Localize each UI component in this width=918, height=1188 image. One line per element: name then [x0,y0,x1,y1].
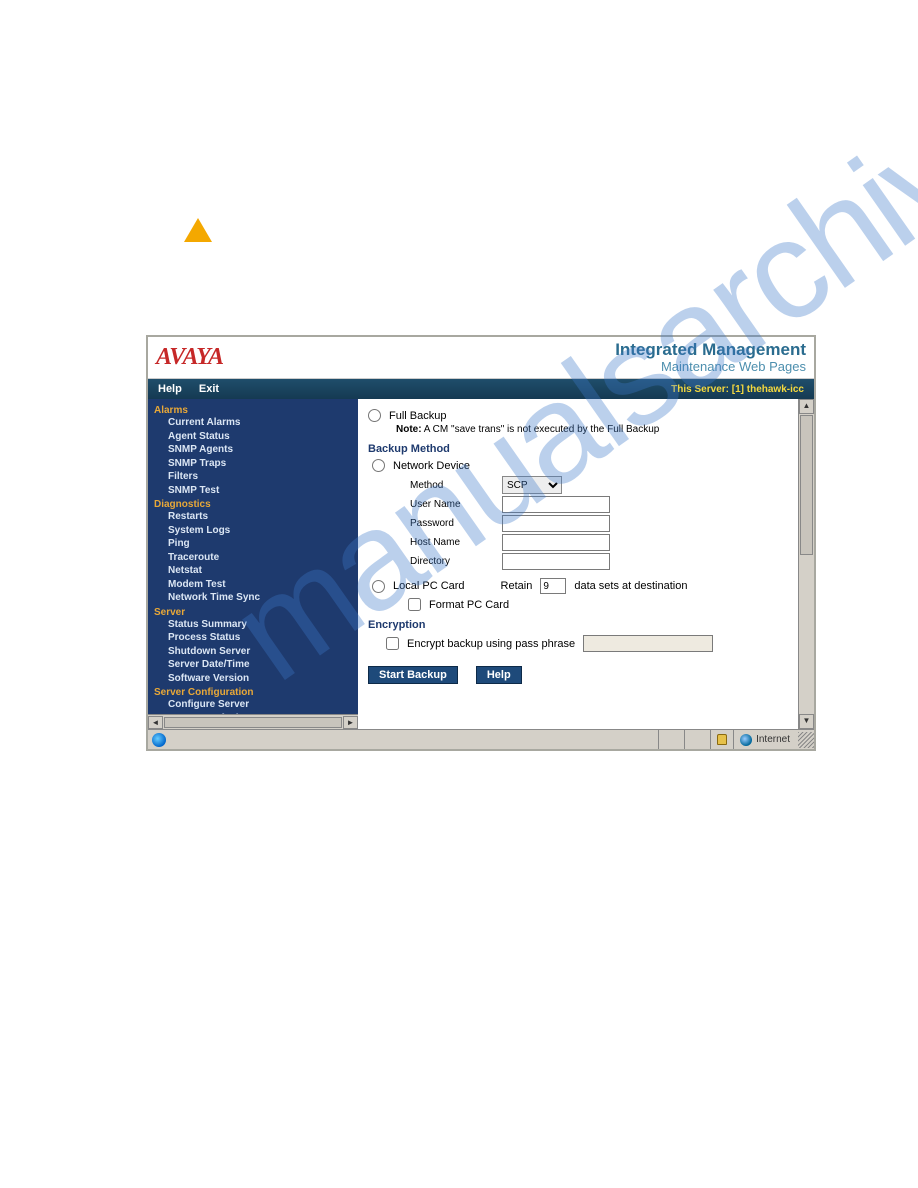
sidebar-hscrollbar[interactable]: ◄ ► [148,714,358,729]
scroll-up-icon[interactable]: ▲ [799,399,814,414]
format-pc-card-checkbox[interactable] [408,598,421,611]
avaya-logo: AVAYA [156,344,223,371]
method-select[interactable]: SCP [502,476,562,494]
sidebar-item-traceroute[interactable]: Traceroute [154,551,358,565]
status-pane-lock [710,730,733,749]
scroll-thumb[interactable] [164,717,342,728]
caution-triangle-icon [184,218,212,242]
scroll-right-icon[interactable]: ► [343,716,358,729]
status-pane-1 [658,730,684,749]
network-device-radio[interactable] [372,459,385,472]
sidebar-item-snmp-test[interactable]: SNMP Test [154,484,358,498]
statusbar: Internet [148,729,814,749]
sidebar: Alarms Current Alarms Agent Status SNMP … [148,399,358,729]
header-title-sub: Maintenance Web Pages [615,360,806,374]
sidebar-item-snmp-agents[interactable]: SNMP Agents [154,443,358,457]
vscroll-thumb[interactable] [800,415,813,555]
globe-icon [740,734,752,746]
menu-exit[interactable]: Exit [199,383,219,395]
scroll-left-icon[interactable]: ◄ [148,716,163,729]
help-button[interactable]: Help [476,666,522,684]
retain-suffix: data sets at destination [574,580,687,592]
sidebar-item-modem-test[interactable]: Modem Test [154,578,358,592]
network-device-form: Method SCP User Name Password Ho [408,474,612,572]
main-vscrollbar[interactable]: ▲ ▼ [798,399,814,729]
ie-icon [152,733,166,747]
encryption-heading: Encryption [368,619,804,631]
password-label: Password [410,515,500,532]
resize-grip-icon[interactable] [798,732,814,748]
encrypt-label: Encrypt backup using pass phrase [407,638,575,650]
main-panel: Full Backup Note: A CM "save trans" is n… [358,399,814,729]
encrypt-checkbox[interactable] [386,637,399,650]
zone-label: Internet [756,734,790,745]
username-input[interactable] [502,496,610,513]
local-pc-card-label: Local PC Card [393,580,465,592]
server-info: This Server: [1] thehawk-icc [671,384,804,395]
method-label: Method [410,476,500,494]
directory-input[interactable] [502,553,610,570]
sidebar-item-network-time-sync[interactable]: Network Time Sync [154,591,358,605]
network-device-label: Network Device [393,460,470,472]
status-pane-2 [684,730,710,749]
header-bar: AVAYA Integrated Management Maintenance … [148,337,814,379]
sidebar-item-configure-server[interactable]: Configure Server [154,698,358,712]
sidebar-item-restarts[interactable]: Restarts [154,510,358,524]
sidebar-item-software-version[interactable]: Software Version [154,672,358,686]
lock-icon [717,734,727,745]
sidebar-item-status-summary[interactable]: Status Summary [154,618,358,632]
sidebar-item-snmp-traps[interactable]: SNMP Traps [154,457,358,471]
scroll-down-icon[interactable]: ▼ [799,714,814,729]
sidebar-item-server-date-time[interactable]: Server Date/Time [154,658,358,672]
sidebar-item-process-status[interactable]: Process Status [154,631,358,645]
backup-method-heading: Backup Method [368,443,804,455]
full-backup-radio[interactable] [368,409,381,422]
sidebar-item-shutdown-server[interactable]: Shutdown Server [154,645,358,659]
start-backup-button[interactable]: Start Backup [368,666,458,684]
menubar: Help Exit This Server: [1] thehawk-icc [148,379,814,399]
sidebar-group-server-configuration[interactable]: Server Configuration [154,687,358,698]
sidebar-item-agent-status[interactable]: Agent Status [154,430,358,444]
sidebar-group-diagnostics[interactable]: Diagnostics [154,499,358,510]
format-pc-card-label: Format PC Card [429,599,509,611]
menu-help[interactable]: Help [158,383,182,395]
sidebar-item-current-alarms[interactable]: Current Alarms [154,416,358,430]
content: Alarms Current Alarms Agent Status SNMP … [148,399,814,729]
password-input[interactable] [502,515,610,532]
sidebar-item-system-logs[interactable]: System Logs [154,524,358,538]
username-label: User Name [410,496,500,513]
header-title-main: Integrated Management [615,341,806,360]
sidebar-item-ping[interactable]: Ping [154,537,358,551]
header-title: Integrated Management Maintenance Web Pa… [615,341,806,374]
hostname-input[interactable] [502,534,610,551]
sidebar-item-netstat[interactable]: Netstat [154,564,358,578]
retain-label: Retain [501,580,533,592]
sidebar-item-filters[interactable]: Filters [154,470,358,484]
retain-input[interactable] [540,578,566,594]
full-backup-note: Note: A CM "save trans" is not executed … [396,424,804,435]
app-window: AVAYA Integrated Management Maintenance … [146,335,816,751]
local-pc-card-radio[interactable] [372,580,385,593]
directory-label: Directory [410,553,500,570]
full-backup-label: Full Backup [389,410,446,422]
status-zone-pane: Internet [733,730,796,749]
sidebar-group-server[interactable]: Server [154,607,358,618]
sidebar-group-alarms[interactable]: Alarms [154,405,358,416]
hostname-label: Host Name [410,534,500,551]
passphrase-input[interactable] [583,635,713,652]
